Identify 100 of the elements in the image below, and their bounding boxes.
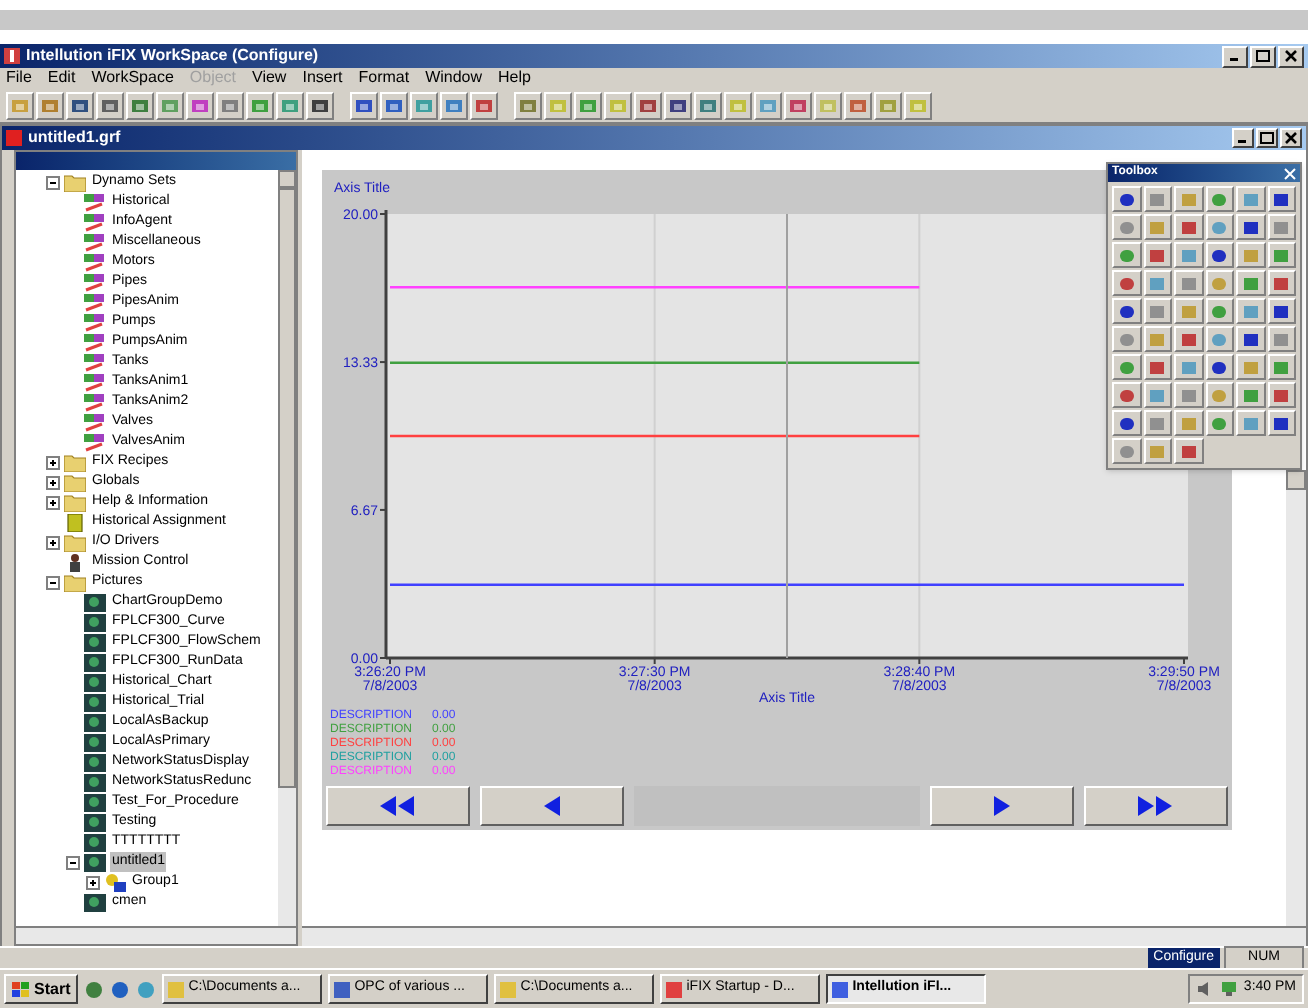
toolbox-button[interactable]: [1205, 298, 1234, 324]
menu-item[interactable]: File: [6, 66, 32, 90]
toolbox-button[interactable]: [1205, 270, 1234, 296]
quick-launch-icon[interactable]: [110, 979, 131, 999]
menu-item[interactable]: Window: [425, 66, 483, 90]
toolbox-button[interactable]: [1236, 186, 1265, 212]
collapse-icon[interactable]: [45, 175, 59, 189]
toolbar-button[interactable]: [126, 91, 154, 119]
collapse-icon[interactable]: [65, 855, 79, 869]
menu-item[interactable]: Edit: [47, 66, 76, 90]
document-scrollbar[interactable]: [1286, 470, 1306, 926]
toolbox-button[interactable]: [1236, 298, 1265, 324]
toolbox-button[interactable]: [1143, 382, 1172, 408]
toolbox-button[interactable]: [1143, 326, 1172, 352]
toolbox-button[interactable]: [1112, 410, 1141, 436]
toolbox-button[interactable]: [1267, 382, 1296, 408]
toolbox-button[interactable]: [1267, 326, 1296, 352]
toolbox-button[interactable]: [1112, 242, 1141, 268]
toolbox-button[interactable]: [1143, 214, 1172, 240]
toolbox-button[interactable]: [1174, 298, 1203, 324]
toolbox-button[interactable]: [1174, 326, 1203, 352]
toolbox-button[interactable]: [1205, 214, 1234, 240]
toolbox-button[interactable]: [1205, 326, 1234, 352]
toolbox-button[interactable]: [1174, 354, 1203, 380]
expand-icon[interactable]: [45, 455, 59, 469]
maximize-button[interactable]: [1250, 45, 1276, 67]
toolbar-button[interactable]: [634, 91, 662, 119]
toolbox-button[interactable]: [1143, 410, 1172, 436]
vertical-scrollbar[interactable]: [278, 170, 296, 926]
toolbar-button[interactable]: [470, 91, 498, 119]
minimize-button[interactable]: [1222, 45, 1248, 67]
back-button[interactable]: [480, 786, 624, 826]
toolbox-button[interactable]: [1205, 186, 1234, 212]
document-horizontal-scrollbar[interactable]: [302, 926, 1306, 946]
toolbox-button[interactable]: [1267, 242, 1296, 268]
horizontal-scrollbar[interactable]: [16, 926, 296, 944]
toolbox-button[interactable]: [1112, 298, 1141, 324]
toolbar-button[interactable]: [784, 91, 812, 119]
start-button[interactable]: Start: [4, 974, 79, 1004]
toolbox-button[interactable]: [1236, 270, 1265, 296]
toolbox-button[interactable]: [1143, 354, 1172, 380]
close-icon[interactable]: [1284, 167, 1296, 179]
quick-launch-icon[interactable]: [84, 979, 105, 999]
toolbar-button[interactable]: [96, 91, 124, 119]
menu-item[interactable]: Insert: [302, 66, 343, 90]
toolbox-button[interactable]: [1205, 354, 1234, 380]
toolbox-button[interactable]: [1112, 270, 1141, 296]
toolbox-button[interactable]: [1174, 214, 1203, 240]
toolbox-button[interactable]: [1267, 186, 1296, 212]
toolbox-button[interactable]: [1112, 214, 1141, 240]
toolbox-button[interactable]: [1236, 354, 1265, 380]
toolbox-button[interactable]: [1112, 438, 1141, 464]
expand-icon[interactable]: [45, 535, 59, 549]
toolbox-button[interactable]: [1205, 410, 1234, 436]
expand-icon[interactable]: [85, 875, 99, 889]
toolbox-button[interactable]: [1267, 354, 1296, 380]
toolbox-button[interactable]: [1174, 186, 1203, 212]
toolbox-button[interactable]: [1112, 382, 1141, 408]
toolbox-button[interactable]: [1236, 214, 1265, 240]
toolbox-button[interactable]: [1174, 438, 1203, 464]
toolbox-button[interactable]: [1174, 410, 1203, 436]
menu-item[interactable]: Help: [498, 66, 531, 90]
toolbox-button[interactable]: [1143, 298, 1172, 324]
minimize-button[interactable]: [1232, 128, 1254, 148]
toolbar-button[interactable]: [380, 91, 408, 119]
toolbox-button[interactable]: [1267, 410, 1296, 436]
menu-item[interactable]: WorkSpace: [91, 66, 174, 90]
toolbar-button[interactable]: [306, 91, 334, 119]
toolbox-button[interactable]: [1174, 270, 1203, 296]
toolbox-button[interactable]: [1143, 438, 1172, 464]
speaker-icon[interactable]: [1195, 980, 1214, 998]
collapse-icon[interactable]: [45, 575, 59, 589]
fast-forward-button[interactable]: [1084, 786, 1228, 826]
rewind-button[interactable]: [326, 786, 470, 826]
toolbox-button[interactable]: [1267, 214, 1296, 240]
expand-icon[interactable]: [45, 475, 59, 489]
expand-icon[interactable]: [45, 495, 59, 509]
toolbox-button[interactable]: [1112, 326, 1141, 352]
toolbox-button[interactable]: [1267, 270, 1296, 296]
toolbox-button[interactable]: [1267, 298, 1296, 324]
toolbox-button[interactable]: [1236, 326, 1265, 352]
toolbox-button[interactable]: [1112, 186, 1141, 212]
toolbox-button[interactable]: [1205, 382, 1234, 408]
toolbar-button[interactable]: [694, 91, 722, 119]
menu-item[interactable]: Format: [358, 66, 410, 90]
toolbar-button[interactable]: [664, 91, 692, 119]
close-button[interactable]: [1280, 128, 1302, 148]
toolbox-button[interactable]: [1236, 242, 1265, 268]
network-icon[interactable]: [1219, 980, 1238, 998]
toolbox-button[interactable]: [1236, 410, 1265, 436]
toolbox-button[interactable]: [1112, 354, 1141, 380]
maximize-button[interactable]: [1256, 128, 1278, 148]
close-button[interactable]: [1278, 45, 1304, 67]
toolbox-button[interactable]: [1205, 242, 1234, 268]
toolbox-button[interactable]: [1236, 382, 1265, 408]
forward-button[interactable]: [930, 786, 1074, 826]
toolbar-button[interactable]: [66, 91, 94, 119]
toolbar-button[interactable]: [186, 91, 214, 119]
menu-item[interactable]: View: [252, 66, 287, 90]
toolbar-button[interactable]: [350, 91, 378, 119]
